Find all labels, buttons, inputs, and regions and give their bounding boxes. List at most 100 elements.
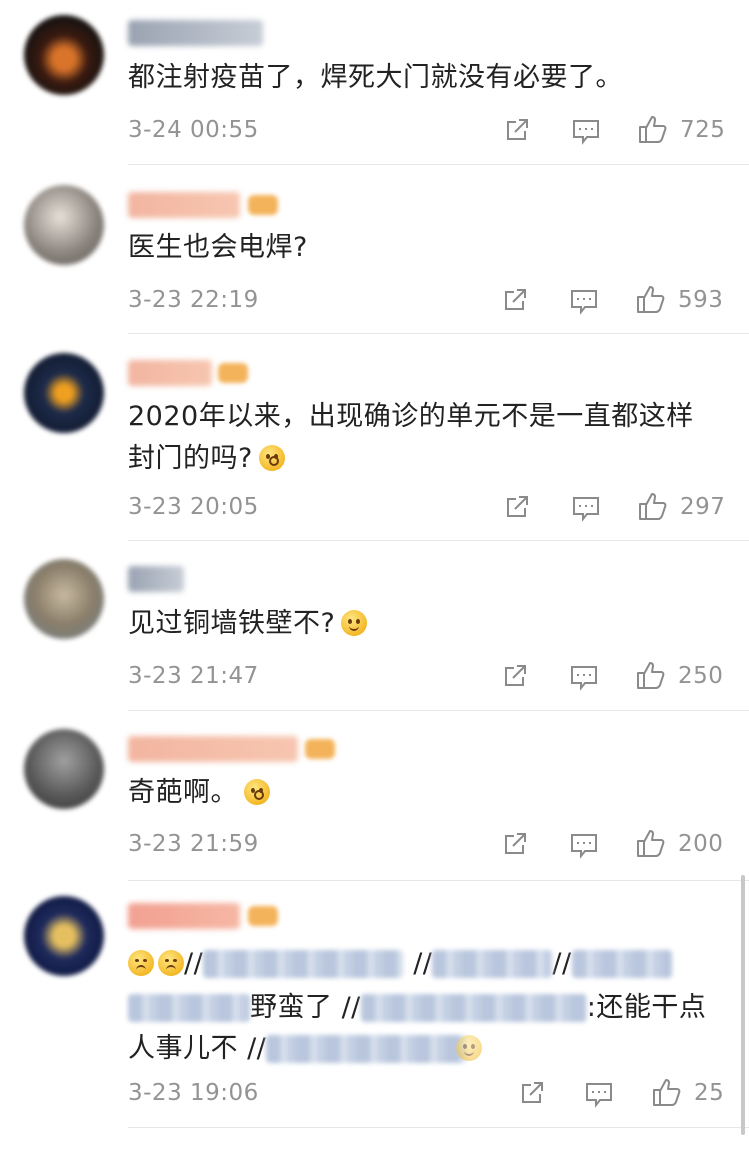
- mention-link[interactable]: [203, 950, 404, 978]
- avatar[interactable]: [24, 353, 104, 433]
- smile-emoji-icon: [341, 610, 368, 636]
- like-button[interactable]: [635, 659, 667, 691]
- avatar[interactable]: [24, 15, 104, 95]
- mention-link[interactable]: [432, 950, 553, 978]
- comment-icon: [573, 120, 599, 145]
- share-icon: [507, 496, 528, 517]
- share-icon: [505, 833, 526, 854]
- share-icon: [507, 119, 528, 140]
- thinking-emoji-icon: [244, 779, 270, 805]
- comment-button[interactable]: [584, 1080, 614, 1108]
- vip-badge-icon: [248, 906, 278, 926]
- comment-item: 都注射疫苗了，焊死大门就没有必要了。 3-24 00:55 725: [0, 0, 749, 165]
- like-button[interactable]: [637, 490, 669, 522]
- comment-fragment: 野蛮了 //: [250, 992, 361, 1023]
- comment-timestamp: 3-23 19:06: [128, 1080, 259, 1106]
- comment-text: 见过铜墙铁壁不?: [128, 598, 719, 650]
- comment-timestamp: 3-23 21:59: [128, 831, 259, 857]
- avatar[interactable]: [24, 896, 104, 976]
- share-icon: [522, 1082, 543, 1103]
- crying-emoji-icon: [158, 950, 184, 976]
- like-count: 725: [680, 117, 726, 143]
- username[interactable]: [128, 566, 184, 592]
- thumbs-up-icon: [639, 116, 667, 143]
- comment-button[interactable]: [569, 663, 599, 691]
- share-icon: [505, 665, 526, 686]
- avatar[interactable]: [24, 559, 104, 639]
- repost-button[interactable]: [518, 1079, 546, 1107]
- like-count: 200: [678, 831, 724, 857]
- comment-text: 奇葩啊。: [128, 767, 719, 819]
- like-count: 250: [678, 663, 724, 689]
- comment-text-line2: 封门的吗?: [128, 443, 253, 474]
- comment-item: 见过铜墙铁壁不? 3-23 21:47 250: [0, 541, 749, 711]
- repost-button[interactable]: [501, 830, 529, 858]
- divider: [128, 1127, 749, 1128]
- comment-timestamp: 3-24 00:55: [128, 117, 259, 143]
- comment-text-content: 奇葩啊。: [128, 777, 238, 808]
- thinking-emoji-icon: [258, 445, 285, 471]
- comment-fragment: 人事儿不 //: [128, 1033, 267, 1064]
- repost-separator: //: [413, 948, 433, 979]
- like-count: 297: [680, 494, 726, 520]
- comment-item: 医生也会电焊? 3-23 22:19 593: [0, 165, 749, 335]
- comment-button[interactable]: [571, 494, 601, 522]
- comment-timestamp: 3-23 21:47: [128, 663, 259, 689]
- repost-button[interactable]: [501, 286, 529, 314]
- username[interactable]: [128, 903, 240, 929]
- mention-link[interactable]: [266, 1035, 467, 1063]
- avatar[interactable]: [24, 729, 104, 809]
- like-button[interactable]: [635, 283, 667, 315]
- comment-icon: [586, 1083, 612, 1108]
- thumbs-up-icon: [653, 1079, 681, 1106]
- comment-text: 人事儿不 //: [128, 1023, 719, 1075]
- comment-item: // // // 野蛮了 // :还能干点 人事儿不 // 3-23 19:06 25: [0, 881, 749, 1129]
- repost-button[interactable]: [503, 493, 531, 521]
- vip-badge-icon: [218, 363, 248, 383]
- repost-separator: //: [552, 948, 572, 979]
- comment-text: 都注射疫苗了，焊死大门就没有必要了。: [128, 62, 623, 93]
- comment-icon: [571, 290, 597, 315]
- repost-separator: //: [184, 948, 204, 979]
- divider: [128, 333, 749, 334]
- emoji-icon: [456, 1035, 483, 1061]
- like-count: 593: [678, 287, 724, 313]
- avatar[interactable]: [24, 185, 104, 265]
- comment-fragment: :还能干点: [586, 992, 707, 1023]
- mention-link[interactable]: [571, 950, 672, 978]
- repost-button[interactable]: [503, 116, 531, 144]
- like-count: 25: [694, 1080, 725, 1106]
- username[interactable]: [128, 20, 263, 46]
- repost-button[interactable]: [501, 662, 529, 690]
- comment-button[interactable]: [569, 287, 599, 315]
- comment-button[interactable]: [569, 831, 599, 859]
- like-button[interactable]: [637, 113, 669, 145]
- thumbs-up-icon: [637, 286, 665, 313]
- vip-badge-icon: [248, 195, 278, 215]
- crying-emoji-icon: [128, 950, 154, 976]
- scrollbar[interactable]: [741, 875, 745, 1135]
- comment-timestamp: 3-23 22:19: [128, 287, 259, 313]
- comment-text-content: 见过铜墙铁壁不?: [128, 608, 336, 639]
- comment-button[interactable]: [571, 117, 601, 145]
- comment-text: 封门的吗?: [128, 433, 719, 485]
- comment-icon: [571, 834, 597, 859]
- comment-icon: [571, 666, 597, 691]
- username[interactable]: [128, 360, 212, 386]
- share-icon: [505, 289, 526, 310]
- mention-link[interactable]: [360, 994, 587, 1022]
- comment-text: 医生也会电焊?: [128, 232, 308, 263]
- vip-badge-icon: [305, 739, 335, 759]
- like-button[interactable]: [651, 1076, 683, 1108]
- thumbs-up-icon: [637, 830, 665, 857]
- username[interactable]: [128, 192, 240, 218]
- like-button[interactable]: [635, 827, 667, 859]
- mention-link[interactable]: [128, 994, 250, 1022]
- thumbs-up-icon: [639, 493, 667, 520]
- comment-icon: [573, 497, 599, 522]
- comment-item: 奇葩啊。 3-23 21:59 200: [0, 711, 749, 881]
- username[interactable]: [128, 736, 298, 762]
- thumbs-up-icon: [637, 662, 665, 689]
- comment-timestamp: 3-23 20:05: [128, 494, 259, 520]
- comment-item: 2020年以来，出现确诊的单元不是一直都这样 封门的吗? 3-23 20:05 …: [0, 335, 749, 541]
